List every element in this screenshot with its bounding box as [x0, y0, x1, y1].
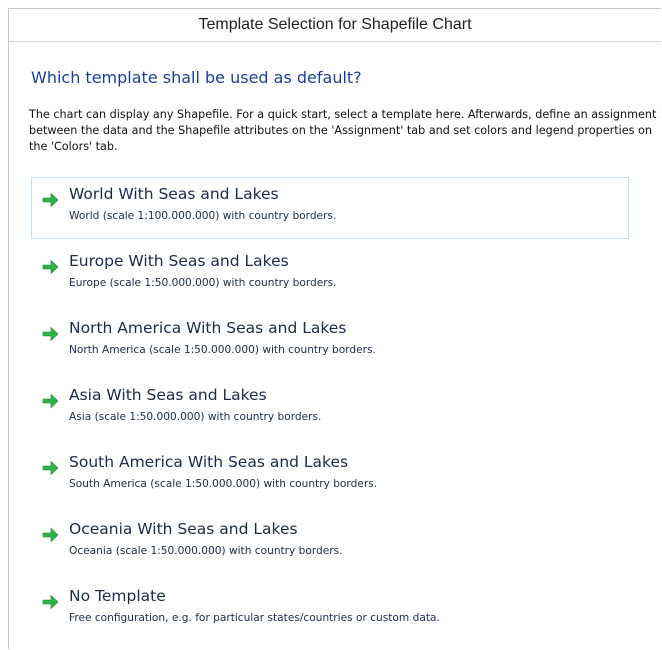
template-options-list: World With Seas and Lakes World (scale 1… [31, 177, 661, 641]
template-option-description: Free configuration, e.g. for particular … [69, 612, 440, 624]
template-option-asia[interactable]: Asia With Seas and Lakes Asia (scale 1:5… [31, 378, 629, 440]
green-arrow-right-icon [42, 393, 59, 409]
template-option-description: Europe (scale 1:50.000.000) with country… [69, 277, 337, 289]
template-option-title: No Template [69, 587, 166, 605]
dialog-content: Which template shall be used as default?… [9, 68, 661, 641]
template-option-title: South America With Seas and Lakes [69, 453, 349, 471]
template-option-description: South America (scale 1:50.000.000) with … [69, 478, 378, 490]
template-option-title: World With Seas and Lakes [69, 185, 279, 203]
template-option-description: Asia (scale 1:50.000.000) with country b… [69, 411, 322, 423]
template-option-south-america[interactable]: South America With Seas and Lakes South … [31, 445, 629, 507]
green-arrow-right-icon [42, 527, 59, 543]
template-option-title: Europe With Seas and Lakes [69, 252, 289, 270]
dialog-window: Template Selection for Shapefile Chart W… [8, 8, 661, 649]
page-description: The chart can display any Shapefile. For… [29, 108, 657, 153]
template-option-no-template[interactable]: No Template Free configuration, e.g. for… [31, 579, 629, 641]
template-option-description: Oceania (scale 1:50.000.000) with countr… [69, 545, 343, 557]
green-arrow-right-icon [42, 259, 59, 275]
template-option-europe[interactable]: Europe With Seas and Lakes Europe (scale… [31, 244, 629, 306]
template-option-north-america[interactable]: North America With Seas and Lakes North … [31, 311, 629, 373]
template-option-world[interactable]: World With Seas and Lakes World (scale 1… [31, 177, 629, 239]
template-option-title: Asia With Seas and Lakes [69, 386, 267, 404]
green-arrow-right-icon [42, 192, 59, 208]
page-heading: Which template shall be used as default? [31, 68, 362, 87]
window-title: Template Selection for Shapefile Chart [9, 9, 661, 42]
green-arrow-right-icon [42, 594, 59, 610]
template-option-description: World (scale 1:100.000.000) with country… [69, 210, 337, 222]
template-option-title: North America With Seas and Lakes [69, 319, 347, 337]
green-arrow-right-icon [42, 326, 59, 342]
template-option-description: North America (scale 1:50.000.000) with … [69, 344, 376, 356]
template-option-title: Oceania With Seas and Lakes [69, 520, 298, 538]
template-option-oceania[interactable]: Oceania With Seas and Lakes Oceania (sca… [31, 512, 629, 574]
green-arrow-right-icon [42, 460, 59, 476]
